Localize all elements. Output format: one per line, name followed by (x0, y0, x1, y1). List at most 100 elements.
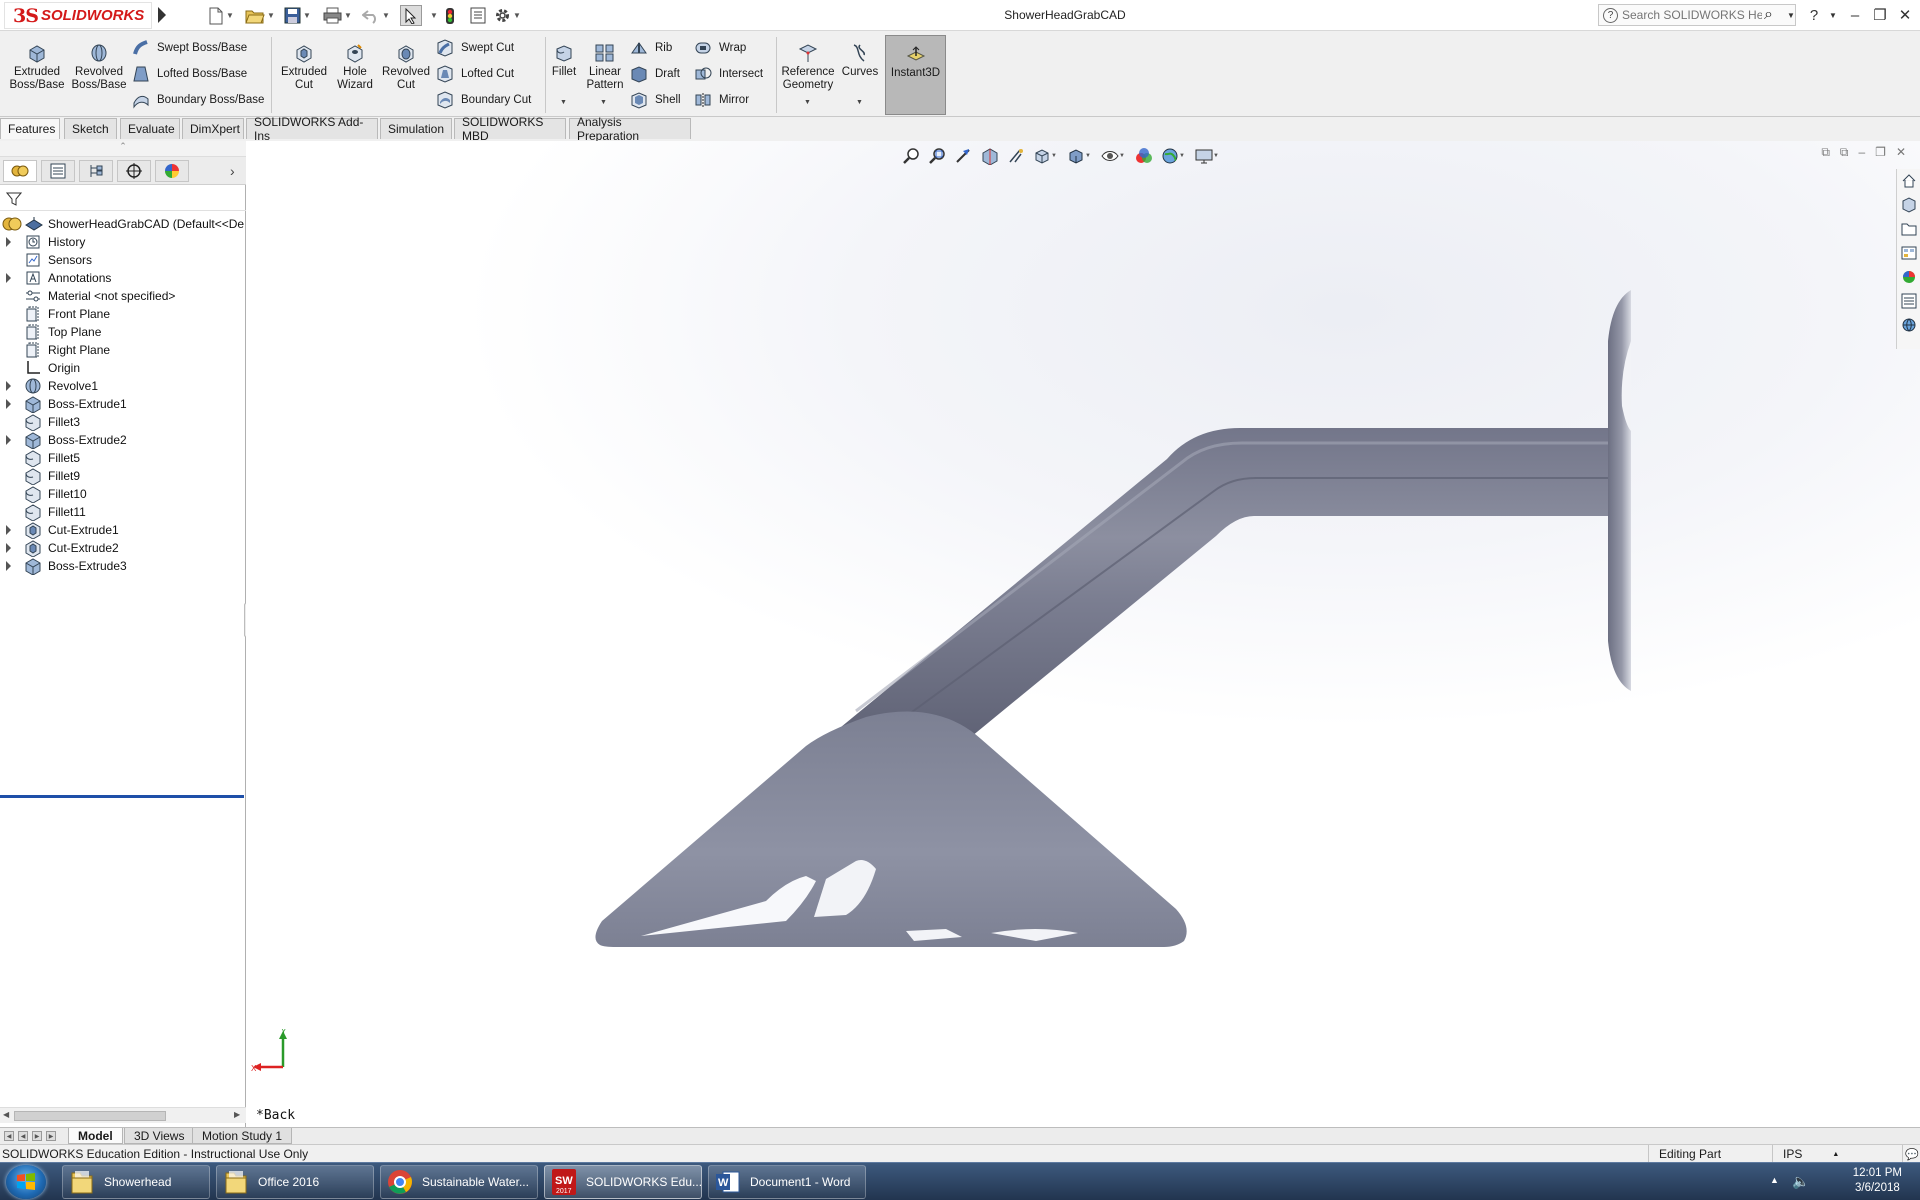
extruded-boss-button[interactable]: Extruded Boss/Base (8, 43, 66, 92)
restore-button[interactable]: ❐ (1869, 4, 1891, 26)
boundary-boss-button[interactable]: Boundary Boss/Base (132, 89, 264, 111)
scroll-right-icon[interactable]: ▶ (234, 1110, 240, 1119)
scrollbar-thumb[interactable] (14, 1111, 166, 1121)
configuration-manager-tab[interactable] (79, 160, 113, 182)
swept-cut-button[interactable]: Swept Cut (436, 37, 514, 59)
fillet-button[interactable]: Fillet (549, 43, 579, 79)
last-tab-arrow-icon[interactable]: ▶ (46, 1131, 56, 1141)
revolved-boss-button[interactable]: Revolved Boss/Base (70, 43, 128, 92)
expand-arrow-icon[interactable] (6, 381, 11, 391)
feature-manager-tab[interactable] (3, 160, 37, 182)
boundary-cut-button[interactable]: Boundary Cut (436, 89, 531, 111)
open-button[interactable]: ▼ (245, 5, 275, 26)
file-properties-button[interactable] (470, 5, 486, 26)
expand-arrow-icon[interactable] (6, 237, 11, 247)
tab-solidworks-add-ins[interactable]: SOLIDWORKS Add-Ins (246, 115, 378, 143)
prev-tab-arrow-icon[interactable]: ◀ (18, 1131, 28, 1141)
dimxpert-manager-tab[interactable] (117, 160, 151, 182)
wall-flange[interactable] (1608, 290, 1631, 691)
shower-arm[interactable] (824, 428, 1612, 741)
expand-arrow-icon[interactable] (6, 273, 11, 283)
property-manager-tab[interactable] (41, 160, 75, 182)
help-dropdown[interactable]: ▼ (1822, 4, 1844, 26)
tree-filter[interactable] (0, 187, 246, 211)
volume-icon[interactable]: 🔈 (1792, 1173, 1809, 1190)
tray-expand-icon[interactable]: ▲ (1770, 1175, 1779, 1185)
save-button[interactable]: ▼ (284, 5, 311, 26)
instant3d-button[interactable]: Instant3D (885, 35, 946, 115)
tab-simulation[interactable]: Simulation (380, 118, 452, 139)
taskbar-item-office-2016[interactable]: Office 2016 (216, 1165, 374, 1199)
menu-expand-arrow-icon[interactable] (158, 7, 166, 23)
print-button[interactable]: ▼ (323, 5, 352, 26)
expand-arrow-icon[interactable] (6, 561, 11, 571)
options-button[interactable]: ▼ (494, 5, 521, 26)
taskbar-item-document1-word[interactable]: W Document1 - Word (708, 1165, 866, 1199)
select-dropdown[interactable]: ▼ (428, 5, 438, 26)
swept-cut-icon (437, 39, 453, 57)
curves-dropdown[interactable]: ▼ (856, 99, 863, 106)
tree-item-boss-extrude3[interactable]: Boss-Extrude3 (0, 555, 246, 577)
fillet-dropdown[interactable]: ▼ (560, 99, 567, 106)
taskbar-item-solidworks-edu[interactable]: SW 2017 SOLIDWORKS Edu... (544, 1165, 702, 1199)
shower-head-model[interactable] (246, 141, 1920, 1128)
new-document-button[interactable]: ▼ (208, 5, 234, 26)
tab-features[interactable]: Features (0, 118, 60, 139)
curves-button[interactable]: Curves (838, 43, 882, 79)
rebuild-button[interactable] (445, 5, 455, 26)
next-tab-arrow-icon[interactable]: ▶ (32, 1131, 42, 1141)
expand-arrow-icon[interactable] (6, 399, 11, 409)
lofted-boss-button[interactable]: Lofted Boss/Base (132, 63, 247, 85)
lofted-cut-button[interactable]: Lofted Cut (436, 63, 514, 85)
wrap-button[interactable]: Wrap (694, 37, 746, 59)
minimize-button[interactable]: – (1844, 4, 1866, 26)
hole-wizard-button[interactable]: Hole Wizard (332, 43, 378, 92)
extruded-cut-button[interactable]: Extruded Cut (278, 43, 330, 92)
tab-evaluate[interactable]: Evaluate (120, 118, 180, 139)
tab-analysis-preparation[interactable]: Analysis Preparation (569, 115, 691, 143)
revolved-cut-button[interactable]: Revolved Cut (380, 43, 432, 92)
reference-geometry-dropdown[interactable]: ▼ (804, 99, 811, 106)
swept-boss-button[interactable]: Swept Boss/Base (132, 37, 247, 59)
scroll-left-icon[interactable]: ◀ (3, 1110, 9, 1119)
expand-arrow-icon[interactable] (6, 543, 11, 553)
intersect-button[interactable]: Intersect (694, 63, 763, 85)
help-search-box[interactable]: ? ⌕ (1598, 4, 1796, 26)
search-icon[interactable]: ⌕ (1764, 6, 1773, 24)
rib-button[interactable]: Rib (630, 37, 672, 59)
panel-more-arrow-icon[interactable]: › (230, 163, 235, 179)
panel-horizontal-scrollbar[interactable]: ◀ ▶ (0, 1107, 246, 1123)
tab-sketch[interactable]: Sketch (64, 118, 117, 139)
linear-pattern-button[interactable]: Linear Pattern (584, 43, 626, 92)
undo-button[interactable]: ▼ (362, 5, 390, 26)
clock[interactable]: 12:01 PM 3/6/2018 (1853, 1166, 1902, 1196)
rollback-bar[interactable] (0, 795, 244, 798)
reference-geometry-button[interactable]: Reference Geometry (780, 43, 836, 92)
shell-button[interactable]: Shell (630, 89, 681, 111)
taskbar-item-showerhead[interactable]: Showerhead (62, 1165, 210, 1199)
start-button[interactable] (6, 1165, 46, 1199)
panel-drag-handle[interactable]: ⌃ (0, 141, 246, 157)
select-button[interactable] (400, 5, 422, 26)
tab-motion-study-1[interactable]: Motion Study 1 (192, 1128, 293, 1144)
graphics-area[interactable]: ▼ ▼ ▼ ▼ ▼ ⧉ ⧉ – ❐ ✕ Y X *Back (246, 141, 1920, 1128)
display-manager-tab[interactable] (155, 160, 189, 182)
tab-model[interactable]: Model (68, 1128, 123, 1144)
draft-button[interactable]: Draft (630, 63, 680, 85)
linear-pattern-dropdown[interactable]: ▼ (600, 99, 607, 106)
tab-dimxpert[interactable]: DimXpert (182, 118, 244, 139)
solidworks-menu-logo[interactable]: 3S SOLIDWORKS (4, 2, 152, 29)
expand-arrow-icon[interactable] (6, 435, 11, 445)
search-dropdown[interactable]: ▼ (1780, 4, 1802, 26)
tab-3d-views[interactable]: 3D Views (124, 1128, 195, 1144)
expand-arrow-icon[interactable] (6, 525, 11, 535)
shower-head-body[interactable] (595, 711, 1187, 947)
first-tab-arrow-icon[interactable]: ◀ (4, 1131, 14, 1141)
tooltip-toggle[interactable]: 💬 (1902, 1145, 1920, 1163)
unit-system-selector[interactable]: IPS ▲ (1772, 1145, 1902, 1163)
mirror-button[interactable]: Mirror (694, 89, 749, 111)
taskbar-item-sustainable-water[interactable]: Sustainable Water... (380, 1165, 538, 1199)
tab-solidworks-mbd[interactable]: SOLIDWORKS MBD (454, 115, 566, 143)
close-button[interactable]: ✕ (1894, 4, 1916, 26)
help-search-input[interactable] (1622, 8, 1762, 22)
